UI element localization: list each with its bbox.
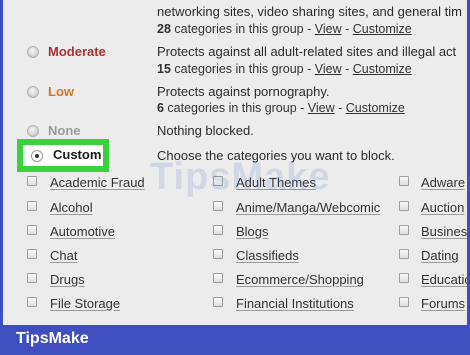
high-level-separator: - — [341, 22, 353, 36]
category-drugs[interactable]: Drugs — [50, 272, 85, 287]
category-chat[interactable]: Chat — [50, 248, 77, 263]
category-academic-fraud[interactable]: Academic Fraud — [50, 175, 145, 190]
custom-description: Choose the categories you want to block. — [157, 148, 395, 163]
footer-logo: TipsMake — [16, 330, 89, 347]
none-radio[interactable] — [27, 125, 39, 137]
custom-radio-selected[interactable] — [31, 150, 43, 162]
moderate-separator: - — [341, 62, 353, 76]
category-ecommerce-shopping[interactable]: Ecommerce/Shopping — [236, 272, 364, 287]
checkbox-chat[interactable] — [27, 249, 37, 259]
low-count-label: categories in this group - — [163, 101, 308, 115]
checkbox-blogs[interactable] — [213, 225, 223, 235]
none-description: Nothing blocked. — [157, 123, 254, 138]
high-level-count-label: categories in this group - — [170, 22, 315, 36]
category-anime-manga-webcomic[interactable]: Anime/Manga/Webcomic — [236, 200, 380, 215]
checkbox-adult-themes[interactable] — [213, 176, 223, 186]
moderate-description: Protects against all adult-related sites… — [157, 44, 457, 59]
category-adware[interactable]: Adware — [421, 175, 465, 190]
category-education[interactable]: Educatio — [421, 272, 470, 287]
category-forums[interactable]: Forums — [421, 296, 465, 311]
low-description: Protects against pornography. — [157, 84, 330, 99]
category-adult-themes[interactable]: Adult Themes — [236, 175, 316, 190]
category-dating[interactable]: Dating — [421, 248, 459, 263]
checkbox-forums[interactable] — [399, 297, 409, 307]
moderate-count: 15 — [157, 62, 171, 76]
low-customize-link[interactable]: Customize — [346, 101, 405, 115]
moderate-view-link[interactable]: View — [315, 62, 342, 76]
checkbox-drugs[interactable] — [27, 273, 37, 283]
checkbox-file-storage[interactable] — [27, 297, 37, 307]
high-level-view-link[interactable]: View — [315, 22, 342, 36]
checkbox-dating[interactable] — [399, 249, 409, 259]
checkbox-auction[interactable] — [399, 201, 409, 211]
checkbox-classifieds[interactable] — [213, 249, 223, 259]
category-financial-institutions[interactable]: Financial Institutions — [236, 296, 354, 311]
low-label[interactable]: Low — [48, 84, 74, 99]
category-auction[interactable]: Auction — [421, 200, 464, 215]
checkbox-business[interactable] — [399, 225, 409, 235]
category-file-storage[interactable]: File Storage — [50, 296, 120, 311]
none-label[interactable]: None — [48, 123, 81, 138]
moderate-count-label: categories in this group - — [170, 62, 315, 76]
high-level-customize-link[interactable]: Customize — [353, 22, 412, 36]
custom-highlight[interactable]: Custom — [17, 139, 109, 172]
checkbox-ecommerce-shopping[interactable] — [213, 273, 223, 283]
low-count: 6 — [157, 101, 164, 115]
checkbox-academic-fraud[interactable] — [27, 176, 37, 186]
low-separator: - — [334, 101, 346, 115]
low-view-link[interactable]: View — [308, 101, 335, 115]
category-business[interactable]: Business — [421, 224, 470, 239]
moderate-radio[interactable] — [27, 46, 39, 58]
checkbox-education[interactable] — [399, 273, 409, 283]
moderate-meta: 15 categories in this group - View - Cus… — [157, 62, 412, 76]
checkbox-automotive[interactable] — [27, 225, 37, 235]
moderate-customize-link[interactable]: Customize — [353, 62, 412, 76]
high-level-count: 28 — [157, 22, 171, 36]
category-automotive[interactable]: Automotive — [50, 224, 115, 239]
checkbox-anime-manga-webcomic[interactable] — [213, 201, 223, 211]
custom-label[interactable]: Custom — [53, 147, 101, 162]
high-level-meta: 28 categories in this group - View - Cus… — [157, 22, 412, 36]
footer-bar: TipsMake — [0, 325, 470, 355]
checkbox-adware[interactable] — [399, 176, 409, 186]
filter-settings-panel: networking sites, video sharing sites, a… — [0, 0, 470, 325]
low-radio[interactable] — [27, 86, 39, 98]
moderate-label[interactable]: Moderate — [48, 44, 106, 59]
checkbox-alcohol[interactable] — [27, 201, 37, 211]
frame-left-border — [0, 0, 3, 325]
low-meta: 6 categories in this group - View - Cust… — [157, 101, 405, 115]
high-level-description: networking sites, video sharing sites, a… — [157, 4, 462, 19]
category-blogs[interactable]: Blogs — [236, 224, 269, 239]
category-alcohol[interactable]: Alcohol — [50, 200, 93, 215]
category-classifieds[interactable]: Classifieds — [236, 248, 299, 263]
checkbox-financial-institutions[interactable] — [213, 297, 223, 307]
custom-option[interactable]: Custom — [23, 145, 103, 166]
